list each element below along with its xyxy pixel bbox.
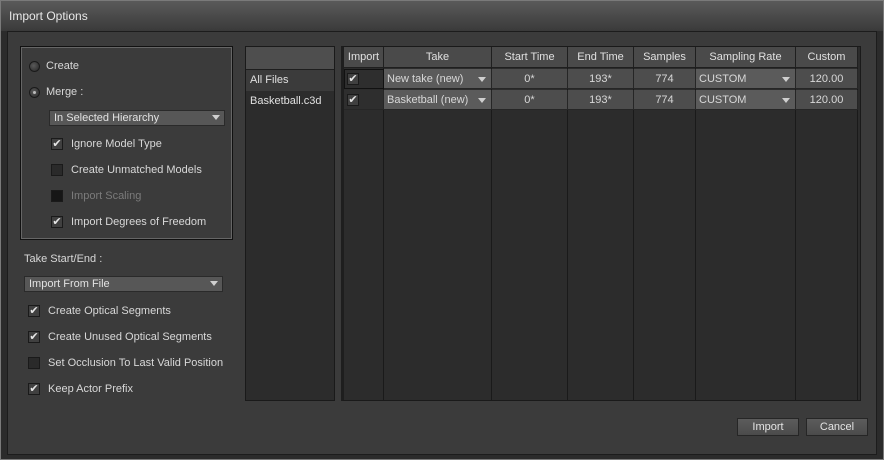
create-optical-row[interactable]: ✔ Create Optical Segments bbox=[28, 302, 171, 320]
set-occlusion-checkbox[interactable] bbox=[28, 357, 40, 369]
row2-sampling-rate-value: CUSTOM bbox=[699, 94, 747, 106]
create-unused-optical-row[interactable]: ✔ Create Unused Optical Segments bbox=[28, 328, 212, 346]
row2-start-time[interactable]: 0* bbox=[492, 90, 568, 110]
dialog-body: Create Merge : In Selected Hierarchy ✔ I… bbox=[7, 31, 877, 455]
keep-actor-prefix-row[interactable]: ✔ Keep Actor Prefix bbox=[28, 380, 133, 398]
take-start-end-label: Take Start/End : bbox=[24, 253, 103, 265]
header-end-time[interactable]: End Time bbox=[568, 47, 634, 68]
row1-take-value: New take (new) bbox=[387, 73, 464, 85]
create-radio[interactable] bbox=[29, 60, 40, 72]
title-bar[interactable]: Import Options bbox=[1, 1, 883, 31]
header-samples[interactable]: Samples bbox=[634, 47, 696, 68]
header-sampling-rate[interactable]: Sampling Rate bbox=[696, 47, 796, 68]
chevron-down-icon bbox=[210, 281, 218, 286]
ignore-model-type-checkbox[interactable]: ✔ bbox=[51, 138, 63, 150]
file-list-header bbox=[246, 47, 334, 70]
window-title: Import Options bbox=[9, 9, 88, 23]
row2-take-dropdown[interactable]: Basketball (new) bbox=[384, 90, 492, 110]
hierarchy-dropdown[interactable]: In Selected Hierarchy bbox=[49, 110, 225, 126]
row1-sampling-rate-value: CUSTOM bbox=[699, 73, 747, 85]
file-item-all-files[interactable]: All Files bbox=[246, 70, 334, 91]
file-list[interactable]: All Files Basketball.c3d bbox=[245, 46, 335, 401]
merge-label: Merge : bbox=[46, 86, 84, 98]
row1-take-dropdown[interactable]: New take (new) bbox=[384, 69, 492, 89]
set-occlusion-row[interactable]: Set Occlusion To Last Valid Position bbox=[28, 354, 223, 372]
create-unmatched-row[interactable]: Create Unmatched Models bbox=[51, 161, 202, 179]
row1-import-checkbox[interactable]: ✔ bbox=[347, 73, 359, 85]
merge-radio-row[interactable]: Merge : bbox=[29, 83, 83, 101]
set-occlusion-label: Set Occlusion To Last Valid Position bbox=[48, 357, 224, 369]
chevron-down-icon bbox=[212, 115, 220, 120]
row1-sampling-rate-dropdown[interactable]: CUSTOM bbox=[696, 69, 796, 89]
row2-import-checkbox[interactable]: ✔ bbox=[347, 94, 359, 106]
chevron-down-icon bbox=[478, 77, 486, 82]
chevron-down-icon bbox=[478, 98, 486, 103]
keep-actor-prefix-checkbox[interactable]: ✔ bbox=[28, 383, 40, 395]
row2-samples: 774 bbox=[634, 90, 696, 110]
ignore-model-type-row[interactable]: ✔ Ignore Model Type bbox=[51, 135, 162, 153]
import-options-dialog: Import Options Create Merge : In Selecte… bbox=[0, 0, 884, 460]
row2-custom[interactable]: 120.00 bbox=[796, 90, 858, 110]
header-import[interactable]: Import bbox=[344, 47, 384, 68]
import-scaling-checkbox bbox=[51, 190, 63, 202]
create-unused-optical-checkbox[interactable]: ✔ bbox=[28, 331, 40, 343]
chevron-down-icon bbox=[782, 77, 790, 82]
create-unmatched-label: Create Unmatched Models bbox=[71, 164, 202, 176]
file-item-basketball[interactable]: Basketball.c3d bbox=[246, 91, 334, 112]
create-optical-label: Create Optical Segments bbox=[48, 305, 171, 317]
row1-start-time[interactable]: 0* bbox=[492, 69, 568, 89]
row1-samples: 774 bbox=[634, 69, 696, 89]
create-radio-row[interactable]: Create bbox=[29, 57, 79, 75]
header-custom[interactable]: Custom bbox=[796, 47, 858, 68]
create-label: Create bbox=[46, 60, 80, 72]
import-scaling-row: Import Scaling bbox=[51, 187, 141, 205]
row2-import-cell[interactable]: ✔ bbox=[344, 90, 384, 110]
row2-sampling-rate-dropdown[interactable]: CUSTOM bbox=[696, 90, 796, 110]
keep-actor-prefix-label: Keep Actor Prefix bbox=[48, 383, 133, 395]
import-scaling-label: Import Scaling bbox=[71, 190, 142, 202]
row2-end-time[interactable]: 193* bbox=[568, 90, 634, 110]
import-dof-checkbox[interactable]: ✔ bbox=[51, 216, 63, 228]
header-start-time[interactable]: Start Time bbox=[492, 47, 568, 68]
chevron-down-icon bbox=[782, 98, 790, 103]
ignore-model-type-label: Ignore Model Type bbox=[71, 138, 162, 150]
merge-radio[interactable] bbox=[29, 86, 40, 98]
import-button[interactable]: Import bbox=[737, 418, 799, 436]
take-start-end-dropdown[interactable]: Import From File bbox=[24, 276, 223, 292]
take-start-end-value: Import From File bbox=[29, 278, 110, 290]
hierarchy-value: In Selected Hierarchy bbox=[54, 112, 160, 124]
row2-take-value: Basketball (new) bbox=[387, 94, 469, 106]
row1-custom[interactable]: 120.00 bbox=[796, 69, 858, 89]
import-dof-row[interactable]: ✔ Import Degrees of Freedom bbox=[51, 213, 206, 231]
header-take[interactable]: Take bbox=[384, 47, 492, 68]
merge-options-group: Create Merge : In Selected Hierarchy ✔ I… bbox=[20, 46, 233, 240]
create-unused-optical-label: Create Unused Optical Segments bbox=[48, 331, 212, 343]
create-optical-checkbox[interactable]: ✔ bbox=[28, 305, 40, 317]
takes-table: Import Take Start Time End Time Samples … bbox=[341, 46, 861, 401]
row1-import-cell[interactable]: ✔ bbox=[344, 69, 384, 89]
take-start-end-row: Take Start/End : bbox=[24, 250, 102, 268]
create-unmatched-checkbox[interactable] bbox=[51, 164, 63, 176]
row1-end-time[interactable]: 193* bbox=[568, 69, 634, 89]
cancel-button[interactable]: Cancel bbox=[806, 418, 868, 436]
import-dof-label: Import Degrees of Freedom bbox=[71, 216, 207, 228]
